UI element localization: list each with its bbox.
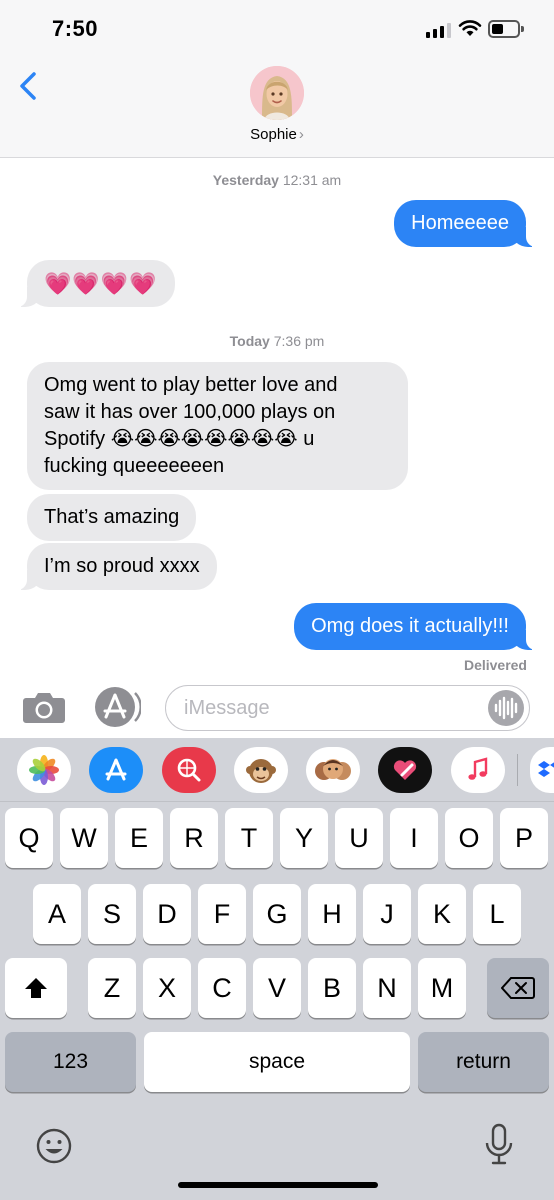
message-bubble-outgoing[interactable]: Homeeeee: [394, 200, 536, 247]
key-y[interactable]: Y: [280, 808, 328, 868]
key-q[interactable]: Q: [5, 808, 53, 868]
audio-message-icon[interactable]: [488, 690, 524, 726]
drawer-divider: [517, 754, 518, 786]
music-icon: [468, 757, 488, 780]
timestamp-today: Today 7:36 pm: [229, 333, 325, 349]
key-l[interactable]: L: [473, 884, 521, 944]
key-o[interactable]: O: [445, 808, 493, 868]
back-chevron-icon[interactable]: [14, 66, 44, 106]
space-key[interactable]: space: [144, 1032, 410, 1092]
key-m[interactable]: M: [418, 958, 466, 1018]
message-line: Spotify 😭😭😭😭😭😭😭😭 u: [44, 428, 315, 450]
dropbox-app-icon[interactable]: [530, 747, 554, 793]
app-store-icon: [105, 758, 127, 781]
message-bubble-outgoing[interactable]: Omg does it actually!!!: [294, 603, 536, 650]
shift-arrow-icon: [25, 978, 47, 998]
backspace-icon: [501, 977, 535, 999]
imessage-placeholder: iMessage: [184, 697, 270, 719]
dropbox-icon: [538, 761, 554, 777]
shift-key[interactable]: [5, 958, 67, 1018]
return-key[interactable]: return: [418, 1032, 549, 1092]
music-app-icon[interactable]: [451, 747, 505, 793]
key-k[interactable]: K: [418, 884, 466, 944]
compose-bar: iMessage: [0, 676, 554, 738]
status-time: 7:50: [52, 16, 99, 41]
key-v[interactable]: V: [253, 958, 301, 1018]
key-b[interactable]: B: [308, 958, 356, 1018]
key-j[interactable]: J: [363, 884, 411, 944]
web-search-app-icon[interactable]: [162, 747, 216, 793]
key-c[interactable]: C: [198, 958, 246, 1018]
web-search-icon: [177, 758, 201, 782]
message-line: saw it has over 100,000 plays on: [44, 401, 336, 423]
photos-icon: [29, 755, 59, 785]
message-line: fucking queeeeeeen: [44, 455, 225, 477]
camera-icon[interactable]: [22, 690, 66, 724]
message-text: Homeeeee: [411, 212, 509, 234]
home-indicator[interactable]: [178, 1182, 378, 1188]
waveform-icon: [494, 696, 518, 720]
numbers-key[interactable]: 123: [5, 1032, 136, 1092]
key-d[interactable]: D: [143, 884, 191, 944]
keyboard: Q W E R T Y U I O P A S D F G H J K L Z …: [0, 738, 554, 1200]
digital-touch-icon: [393, 760, 417, 780]
chevron-right-icon: ›: [298, 126, 304, 143]
memoji-stickers-app-icon[interactable]: [306, 747, 360, 793]
key-u[interactable]: U: [335, 808, 383, 868]
animoji-app-icon[interactable]: [234, 747, 288, 793]
contact-name[interactable]: Sophie ›: [0, 126, 554, 143]
key-i[interactable]: I: [390, 808, 438, 868]
cellular-signal-icon: [426, 22, 451, 38]
message-line: Omg went to play better love and: [44, 374, 338, 396]
dictation-mic-icon[interactable]: [482, 1122, 516, 1168]
key-h[interactable]: H: [308, 884, 356, 944]
key-r[interactable]: R: [170, 808, 218, 868]
message-bubble-incoming[interactable]: Omg went to play better love and saw it …: [27, 362, 408, 490]
message-bubble-incoming[interactable]: 💗💗💗💗: [17, 260, 175, 307]
app-store-button-icon[interactable]: [93, 685, 141, 729]
message-text: Omg does it actually!!!: [311, 615, 509, 637]
timestamp-yesterday: Yesterday 12:31 am: [212, 172, 342, 188]
digital-touch-app-icon[interactable]: [378, 747, 432, 793]
message-text: 💗💗💗💗: [44, 271, 158, 296]
wifi-icon: [458, 20, 482, 36]
key-p[interactable]: P: [500, 808, 548, 868]
imessage-app-drawer: [0, 738, 554, 802]
message-bubble-incoming[interactable]: That’s amazing: [27, 494, 197, 541]
key-e[interactable]: E: [115, 808, 163, 868]
imessage-input[interactable]: iMessage: [165, 685, 530, 731]
key-a[interactable]: A: [33, 884, 81, 944]
battery-icon: [488, 20, 524, 38]
message-bubble-incoming[interactable]: I’m so proud xxxx: [17, 543, 217, 590]
animoji-icon: [246, 759, 276, 783]
delivered-status: Delivered: [463, 657, 527, 673]
key-f[interactable]: F: [198, 884, 246, 944]
key-x[interactable]: X: [143, 958, 191, 1018]
memoji-stickers-icon: [315, 759, 351, 780]
memoji-avatar-icon: [250, 66, 304, 120]
message-text: That’s amazing: [44, 506, 180, 528]
key-z[interactable]: Z: [88, 958, 136, 1018]
key-w[interactable]: W: [60, 808, 108, 868]
photos-app-icon[interactable]: [17, 747, 71, 793]
key-s[interactable]: S: [88, 884, 136, 944]
key-t[interactable]: T: [225, 808, 273, 868]
contact-avatar[interactable]: [250, 66, 304, 120]
delete-key[interactable]: [487, 958, 549, 1018]
emoji-keyboard-icon[interactable]: [34, 1126, 74, 1166]
key-n[interactable]: N: [363, 958, 411, 1018]
message-text: I’m so proud xxxx: [44, 555, 200, 577]
app-store-app-icon[interactable]: [89, 747, 143, 793]
status-bar: 7:50: [0, 0, 554, 60]
conversation-header: Sophie ›: [0, 60, 554, 158]
key-g[interactable]: G: [253, 884, 301, 944]
